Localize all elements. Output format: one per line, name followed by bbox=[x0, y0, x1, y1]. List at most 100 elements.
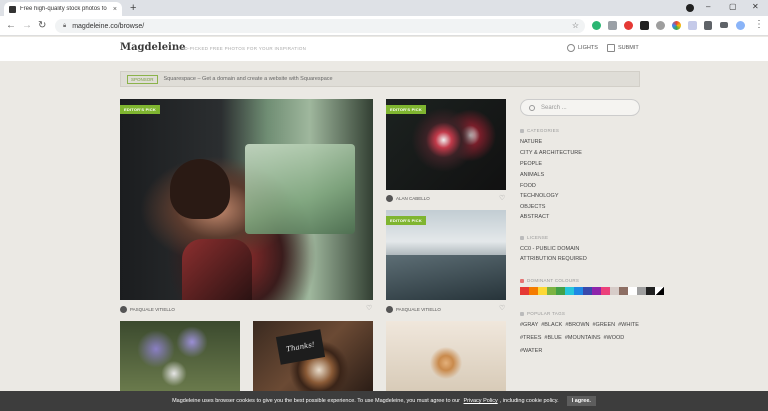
tag-link[interactable]: #WOOD bbox=[604, 335, 625, 341]
tag-link[interactable]: #GREEN bbox=[593, 322, 616, 328]
tag-link[interactable]: #WATER bbox=[520, 348, 542, 354]
submit-button[interactable]: SUBMIT bbox=[607, 44, 639, 52]
sponsor-text: Squarespace – Get a domain and create a … bbox=[163, 76, 333, 82]
extension-color-icon[interactable] bbox=[672, 21, 681, 30]
reading-list-icon[interactable] bbox=[720, 22, 728, 28]
browser-toolbar: ← → ↻ 🔒︎ magdeleine.co/browse/ ☆ ⋮ bbox=[0, 16, 768, 36]
colour-swatch[interactable] bbox=[601, 287, 610, 295]
category-link[interactable]: ANIMALS bbox=[520, 172, 544, 178]
close-window-button[interactable]: ✕ bbox=[752, 2, 759, 11]
colour-swatch[interactable] bbox=[610, 287, 619, 295]
dress-shape bbox=[182, 239, 252, 300]
license-link[interactable]: CC0 - PUBLIC DOMAIN bbox=[520, 246, 579, 252]
avatar bbox=[120, 306, 127, 313]
lightbulb-icon bbox=[567, 44, 575, 52]
colour-swatch[interactable] bbox=[583, 287, 592, 295]
photo-credit[interactable]: ALAN CABELLO bbox=[386, 194, 430, 203]
profile-avatar-icon[interactable] bbox=[736, 21, 745, 30]
new-tab-button[interactable]: + bbox=[130, 2, 136, 14]
sponsor-banner[interactable]: SPONSOR Squarespace – Get a domain and c… bbox=[120, 71, 640, 87]
maximize-button[interactable]: ▢ bbox=[729, 2, 737, 11]
category-link[interactable]: FOOD bbox=[520, 183, 536, 189]
colour-swatch[interactable] bbox=[574, 287, 583, 295]
colour-swatch-bw[interactable] bbox=[655, 287, 664, 295]
heart-icon[interactable]: ♡ bbox=[499, 304, 505, 312]
forward-icon[interactable]: → bbox=[22, 20, 32, 31]
search-placeholder: Search ... bbox=[541, 104, 567, 111]
colour-swatch[interactable] bbox=[556, 287, 565, 295]
browser-menu-icon[interactable]: ⋮ bbox=[754, 19, 764, 30]
colour-swatch[interactable] bbox=[520, 287, 529, 295]
search-icon bbox=[529, 104, 535, 111]
extension-vpn-icon[interactable] bbox=[656, 21, 665, 30]
photo-kitten[interactable] bbox=[386, 321, 506, 391]
address-bar[interactable]: 🔒︎ magdeleine.co/browse/ ☆ bbox=[55, 19, 585, 33]
colours-title: DOMINANT COLOURS bbox=[527, 278, 580, 283]
category-link[interactable]: TECHNOLOGY bbox=[520, 193, 559, 199]
colour-swatch[interactable] bbox=[529, 287, 538, 295]
photo-credit[interactable]: PASQUALE VITIELLO bbox=[120, 305, 175, 314]
tag-link[interactable]: #BLACK bbox=[541, 322, 562, 328]
tag-link[interactable]: #BLUE bbox=[544, 335, 561, 341]
license-link[interactable]: ATTRIBUTION REQUIRED bbox=[520, 256, 587, 262]
photographer-name: PASQUALE VITIELLO bbox=[130, 307, 175, 312]
colour-swatch[interactable] bbox=[538, 287, 547, 295]
heart-icon[interactable]: ♡ bbox=[366, 304, 372, 312]
colour-swatch[interactable] bbox=[637, 287, 646, 295]
colour-swatch[interactable] bbox=[619, 287, 628, 295]
license-icon bbox=[520, 235, 524, 240]
category-link[interactable]: PEOPLE bbox=[520, 161, 542, 167]
tag-link[interactable]: #GRAY bbox=[520, 322, 538, 328]
minimize-button[interactable]: – bbox=[706, 2, 710, 11]
photographer-name: ALAN CABELLO bbox=[396, 196, 430, 201]
cookie-banner: Magdeleine uses browser cookies to give … bbox=[0, 391, 768, 411]
colour-swatch[interactable] bbox=[565, 287, 574, 295]
categories-title: CATEGORIES bbox=[527, 128, 560, 133]
photo-mountains[interactable]: EDITOR'S PICK bbox=[386, 210, 506, 300]
tag-row: #GRAY #BLACK #BROWN #GREEN #WHITE bbox=[520, 322, 639, 328]
colour-swatch[interactable] bbox=[547, 287, 556, 295]
photo-purple-flowers[interactable] bbox=[120, 321, 240, 391]
tab-title: Free high-quality stock photos fo bbox=[20, 6, 107, 12]
colour-swatch[interactable] bbox=[592, 287, 601, 295]
url-text: magdeleine.co/browse/ bbox=[72, 22, 145, 30]
category-link[interactable]: CITY & ARCHITECTURE bbox=[520, 150, 582, 156]
photo-flowers[interactable]: EDITOR'S PICK bbox=[386, 99, 506, 190]
extension-adblock-icon[interactable] bbox=[624, 21, 633, 30]
lights-toggle[interactable]: LIGHTS bbox=[567, 44, 598, 52]
upload-icon bbox=[607, 44, 615, 52]
editors-pick-badge: EDITOR'S PICK bbox=[120, 105, 160, 114]
cookie-text-after: , including cookie policy. bbox=[499, 398, 559, 404]
search-input[interactable]: Search ... bbox=[520, 99, 640, 116]
tag-link[interactable]: #MOUNTAINS bbox=[565, 335, 601, 341]
extensions-puzzle-icon[interactable] bbox=[704, 21, 712, 30]
back-icon[interactable]: ← bbox=[6, 20, 16, 31]
mountain-shape bbox=[386, 255, 506, 300]
tab-close-icon[interactable]: × bbox=[113, 6, 117, 13]
tag-link[interactable]: #TREES bbox=[520, 335, 541, 341]
record-indicator-icon bbox=[686, 4, 694, 12]
car-window-view bbox=[245, 144, 355, 234]
browser-tab[interactable]: Free high-quality stock photos fo × bbox=[4, 2, 122, 16]
extension-dark-icon[interactable] bbox=[640, 21, 649, 30]
cookie-agree-button[interactable]: I agree. bbox=[566, 396, 596, 406]
privacy-policy-link[interactable]: Privacy Policy bbox=[464, 398, 498, 404]
reload-icon[interactable]: ↻ bbox=[38, 20, 46, 31]
category-link[interactable]: NATURE bbox=[520, 139, 542, 145]
tag-link[interactable]: #BROWN bbox=[565, 322, 589, 328]
colour-swatch[interactable] bbox=[628, 287, 637, 295]
photographer-name: PASQUALE VITIELLO bbox=[396, 307, 441, 312]
editors-pick-badge: EDITOR'S PICK bbox=[386, 105, 426, 114]
tag-link[interactable]: #WHITE bbox=[618, 322, 639, 328]
extension-grammarly-icon[interactable] bbox=[592, 21, 601, 30]
extension-screen-icon[interactable] bbox=[688, 21, 697, 30]
bookmark-star-icon[interactable]: ☆ bbox=[572, 21, 579, 30]
category-link[interactable]: OBJECTS bbox=[520, 204, 545, 210]
heart-icon[interactable]: ♡ bbox=[499, 194, 505, 202]
colour-swatch[interactable] bbox=[646, 287, 655, 295]
extension-translate-icon[interactable] bbox=[608, 21, 617, 30]
category-link[interactable]: ABSTRACT bbox=[520, 214, 549, 220]
photo-coffee[interactable]: Thanks! bbox=[253, 321, 373, 391]
photo-woman-in-car[interactable]: EDITOR'S PICK bbox=[120, 99, 373, 300]
photo-credit[interactable]: PASQUALE VITIELLO bbox=[386, 305, 441, 314]
